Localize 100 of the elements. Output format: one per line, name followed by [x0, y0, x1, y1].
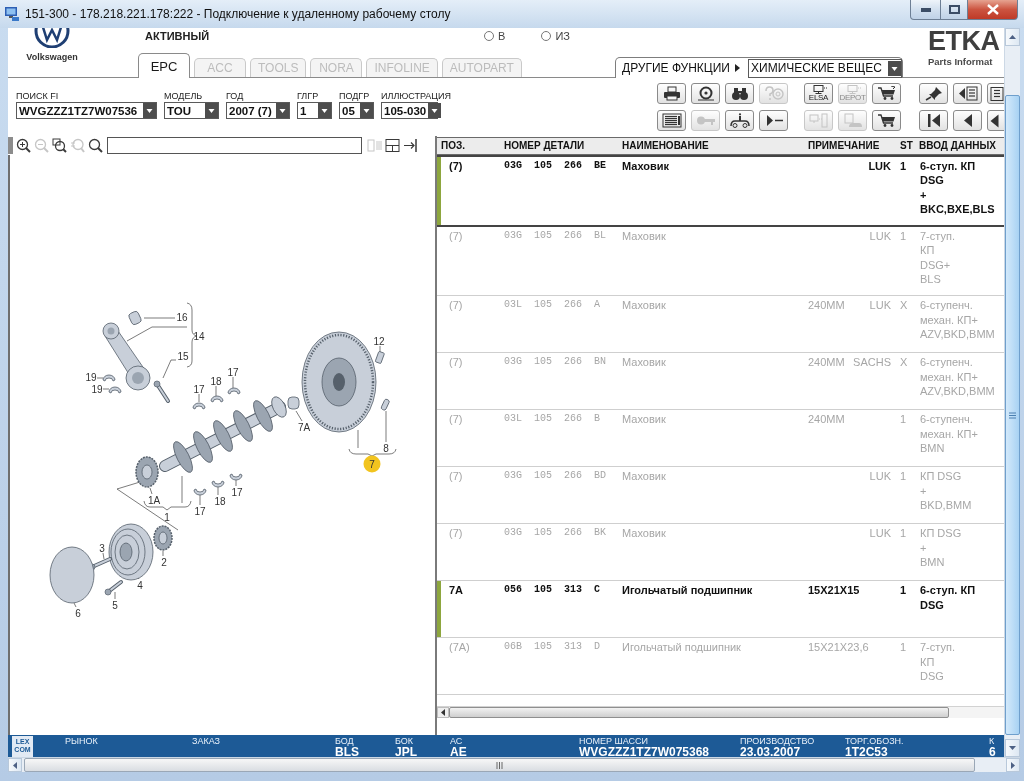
- table-row[interactable]: 7A 056 105 313 C Игольчатый подшипник 15X21X15 1 6-ступ. КП DSG: [437, 581, 1004, 639]
- column-header[interactable]: ПРИМЕЧАНИЕ: [804, 139, 896, 153]
- emblem-logo: [34, 28, 70, 48]
- maximize-button[interactable]: [940, 0, 968, 20]
- radio-button[interactable]: В: [484, 30, 506, 42]
- search-button[interactable]: [725, 83, 754, 104]
- minimize-button[interactable]: [910, 0, 941, 20]
- table-cell-text: LUK: [868, 229, 892, 245]
- zoom-in-icon[interactable]: [16, 138, 31, 153]
- table-cell-text: (7A): [448, 640, 471, 656]
- callout-number[interactable]: 1: [164, 511, 170, 523]
- zoom-area-icon[interactable]: [52, 138, 67, 153]
- previous-button[interactable]: [953, 110, 982, 131]
- printer-icon: [661, 86, 682, 101]
- table-cell-text: 6-ступ. КП DSG: [919, 583, 977, 613]
- callout-number[interactable]: 19: [85, 371, 97, 383]
- dropdown-field[interactable]: ХИМИЧЕСКИЕ ВЕЩЕС: [748, 58, 902, 78]
- callout-number[interactable]: 17: [231, 486, 243, 498]
- scrollbar-thumb[interactable]: [449, 707, 949, 718]
- cart-button[interactable]: [872, 83, 901, 104]
- callout-number[interactable]: 18: [214, 495, 226, 507]
- radio-button[interactable]: ИЗ: [541, 30, 570, 42]
- page-arrow-icon: [957, 86, 978, 101]
- arrow-bar-icon[interactable]: [403, 138, 418, 153]
- callout-number[interactable]: 12: [373, 335, 385, 347]
- callout-number[interactable]: 15: [177, 350, 189, 362]
- bolt: [104, 580, 123, 596]
- elsa-button[interactable]: ELSA: [804, 83, 833, 104]
- field-label: ГЛГР: [297, 91, 320, 101]
- status-value: WVGZZZ1TZ7W075368: [579, 746, 711, 757]
- table-cell-text: КП DSG + BMN: [919, 526, 963, 570]
- caret-icon: [143, 103, 156, 118]
- callout-number[interactable]: 19: [91, 383, 103, 395]
- text-field[interactable]: [107, 137, 362, 154]
- callout-number[interactable]: 2: [161, 556, 167, 568]
- grip-icon: [496, 761, 503, 769]
- grip-icon: [1009, 411, 1016, 419]
- scroll-left-button[interactable]: [437, 707, 449, 718]
- print-button[interactable]: [657, 83, 686, 104]
- callout-number[interactable]: 16: [176, 311, 188, 323]
- dropdown-field[interactable]: 105-030: [381, 102, 438, 119]
- scroll-up-button[interactable]: [1005, 28, 1020, 46]
- table-cell-text: (7): [448, 229, 464, 245]
- callout-number[interactable]: 6: [75, 607, 81, 619]
- leader-line: [357, 429, 359, 449]
- column-header[interactable]: НАИМЕНОВАНИЕ: [618, 139, 804, 153]
- scroll-right-button[interactable]: [1006, 758, 1020, 772]
- scroll-down-button[interactable]: [1005, 739, 1020, 757]
- disc-button[interactable]: [691, 83, 720, 104]
- callout-badge[interactable]: 7: [363, 455, 381, 473]
- dropdown-field[interactable]: TOU: [164, 102, 219, 119]
- column-header[interactable]: ПОЗ.: [437, 139, 500, 153]
- column-header[interactable]: ST: [896, 139, 916, 153]
- callout-number[interactable]: 17: [194, 505, 206, 517]
- table-row[interactable]: (7) 03G 105 266 BE Маховик LUK 1 6-ступ. КП DSG + BKC,BXE,BLS: [437, 155, 1004, 228]
- callout-number[interactable]: 17: [227, 366, 239, 378]
- status-value: AE: [450, 746, 468, 757]
- scrollbar-thumb[interactable]: [1005, 95, 1020, 735]
- page-back-button[interactable]: [953, 83, 982, 104]
- callout-number[interactable]: 7A: [297, 421, 311, 433]
- leader-line: [215, 385, 217, 397]
- dropdown-field[interactable]: 1: [297, 102, 332, 119]
- table-cell-text: 06B 105 313 D: [503, 640, 601, 655]
- scroll-left-button[interactable]: [8, 758, 22, 772]
- callout-number[interactable]: 8: [383, 442, 389, 454]
- first-button[interactable]: [919, 110, 948, 131]
- callout-number[interactable]: 4: [137, 579, 143, 591]
- column-header[interactable]: НОМЕР ДЕТАЛИ: [500, 139, 618, 153]
- table-cell-text: (7): [448, 412, 464, 428]
- table-cell-text: 1: [899, 412, 908, 428]
- play-button[interactable]: [759, 110, 788, 131]
- pin-button[interactable]: [919, 83, 948, 104]
- field-label: МОДЕЛЬ: [164, 91, 204, 101]
- callout-number[interactable]: 1A: [147, 494, 161, 506]
- leader-line: [126, 326, 188, 342]
- search-icon[interactable]: [88, 138, 103, 153]
- vehicle-info-button[interactable]: [725, 110, 754, 131]
- table-cell-text: 240MM: [807, 355, 846, 371]
- close-button[interactable]: [967, 0, 1018, 20]
- maximize-icon: [948, 5, 960, 14]
- leader-line: [96, 377, 104, 379]
- split-window-icon[interactable]: [385, 138, 400, 153]
- callout-number[interactable]: 5: [112, 599, 118, 611]
- table-cell-text: Маховик: [621, 298, 667, 314]
- dropdown-field[interactable]: WVGZZZ1TZ7W07536: [16, 102, 157, 119]
- dropdown-field[interactable]: 05: [339, 102, 374, 119]
- minimize-icon: [920, 7, 931, 12]
- list-button[interactable]: [657, 110, 686, 131]
- leader-line: [385, 410, 387, 443]
- cart-button[interactable]: [872, 110, 901, 131]
- tab[interactable]: EPC: [138, 53, 190, 78]
- dropdown-field[interactable]: 2007 (7): [226, 102, 290, 119]
- callout-number[interactable]: 3: [99, 542, 105, 554]
- callout-number[interactable]: 14: [193, 330, 205, 342]
- callout-number[interactable]: 18: [210, 375, 222, 387]
- column-header[interactable]: ВВОД ДАННЫХ: [916, 139, 1004, 153]
- product-logo: ETKA: [928, 28, 1001, 55]
- step-back-icon: [990, 113, 999, 128]
- callout-number[interactable]: 17: [193, 383, 205, 395]
- leader-line: [379, 345, 381, 353]
